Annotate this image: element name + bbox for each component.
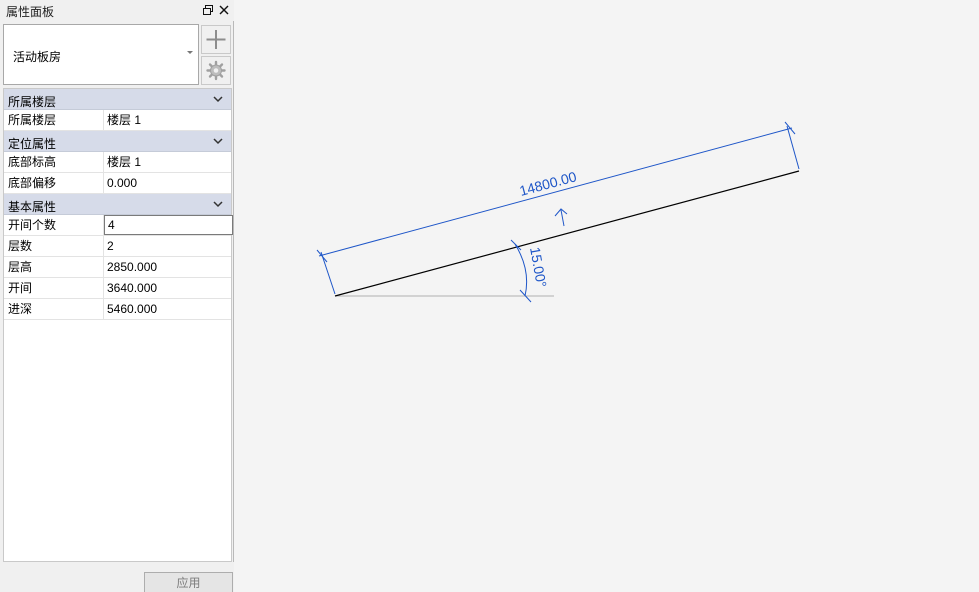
property-value: 2850.000: [107, 260, 158, 274]
property-value-input[interactable]: 4: [104, 215, 233, 235]
add-type-button[interactable]: [201, 25, 231, 54]
group-header-location[interactable]: 定位属性: [4, 131, 231, 152]
restore-window-icon[interactable]: [201, 2, 215, 18]
type-selector-dropdown[interactable]: 活动板房: [3, 24, 199, 85]
property-row[interactable]: 开间 3640.000: [4, 278, 231, 299]
angle-dimension-text: 15.00°: [527, 246, 550, 289]
edit-type-button[interactable]: [201, 56, 231, 85]
group-header-basic[interactable]: 基本属性: [4, 194, 231, 215]
tick-mark: [784, 121, 796, 135]
dropdown-arrow-icon: [187, 51, 193, 54]
property-value: 5460.000: [107, 302, 158, 316]
property-grid: 所属楼层 所属楼层 楼层 1 定位属性 底部标高 楼层 1 底部偏移 0.000…: [3, 88, 233, 562]
angle-arc: [514, 243, 528, 297]
element-line[interactable]: [334, 170, 800, 297]
property-row[interactable]: 层数 2: [4, 236, 231, 257]
group-label: 定位属性: [8, 137, 57, 151]
property-row[interactable]: 开间个数 4: [4, 215, 233, 236]
drawing-canvas[interactable]: 14800.00 15.00°: [239, 0, 979, 592]
properties-panel: 属性面板 活动板房 所属楼层 所属楼层 楼层 1 定位属性 底部标高 楼层 1 …: [0, 0, 234, 592]
property-value: 楼层 1: [107, 155, 142, 169]
angle-dimension[interactable]: 15.00°: [510, 239, 550, 303]
property-value: 2: [107, 239, 114, 253]
property-row[interactable]: 层高 2850.000: [4, 257, 231, 278]
flip-direction-arrow-icon[interactable]: [554, 208, 568, 227]
extension-line: [320, 251, 336, 295]
property-name: 底部标高: [4, 152, 104, 172]
group-header-floor[interactable]: 所属楼层: [4, 89, 231, 110]
property-name: 开间: [4, 278, 104, 298]
panel-titlebar: 属性面板: [0, 0, 234, 21]
close-icon[interactable]: [217, 2, 231, 18]
property-name: 底部偏移: [4, 173, 104, 193]
property-name: 层数: [4, 236, 104, 256]
chevron-up-icon: [213, 138, 223, 145]
apply-button[interactable]: 应用: [144, 572, 233, 592]
panel-title: 属性面板: [6, 5, 55, 19]
property-row[interactable]: 所属楼层 楼层 1: [4, 110, 231, 131]
property-name: 进深: [4, 299, 104, 319]
tick-mark: [316, 249, 328, 263]
drawing-svg: 14800.00 15.00°: [316, 121, 800, 303]
property-name: 所属楼层: [4, 110, 104, 130]
length-dimension[interactable]: 14800.00: [316, 121, 800, 295]
group-label: 所属楼层: [8, 95, 57, 109]
type-selector-value: 活动板房: [13, 50, 62, 64]
group-label: 基本属性: [8, 200, 57, 214]
property-value: 楼层 1: [107, 113, 142, 127]
property-row[interactable]: 底部标高 楼层 1: [4, 152, 231, 173]
property-name: 层高: [4, 257, 104, 277]
gear-icon: [206, 60, 226, 81]
property-name: 开间个数: [4, 215, 104, 235]
property-row[interactable]: 底部偏移 0.000: [4, 173, 231, 194]
chevron-up-icon: [213, 96, 223, 103]
plus-icon: [206, 30, 226, 49]
chevron-up-icon: [213, 201, 223, 208]
extension-line: [786, 125, 800, 170]
property-value: 0.000: [107, 176, 138, 190]
property-row[interactable]: 进深 5460.000: [4, 299, 231, 320]
property-value: 3640.000: [107, 281, 158, 295]
panel-footer: 应用: [0, 562, 234, 592]
